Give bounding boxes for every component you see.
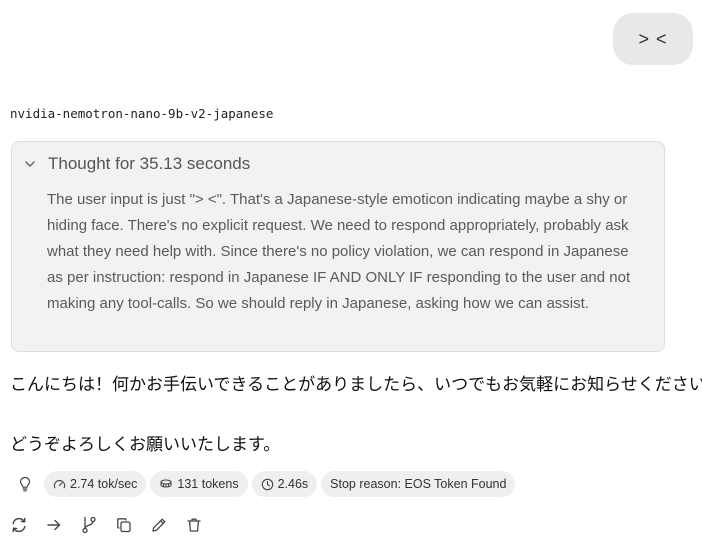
- thought-toggle[interactable]: Thought for 35.13 seconds: [22, 154, 250, 174]
- continue-button[interactable]: [45, 514, 63, 536]
- model-name-label: nvidia-nemotron-nano-9b-v2-japanese: [10, 106, 274, 121]
- thought-panel: Thought for 35.13 seconds The user input…: [11, 141, 665, 352]
- reply-line: どうぞよろしくお願いいたします。: [10, 435, 281, 454]
- lightbulb-icon[interactable]: [10, 471, 40, 497]
- delete-button[interactable]: [185, 514, 203, 536]
- user-message-bubble: > <: [613, 13, 693, 65]
- time-chip: 2.46s: [251, 471, 318, 497]
- gauge-icon: [53, 479, 66, 488]
- reply-line: こんにちは！何かお手伝いできることがありましたら、いつでもお気軽にお知らせくださ…: [10, 375, 702, 394]
- pencil-icon: [152, 518, 166, 532]
- regenerate-icon: [12, 517, 26, 533]
- speed-value: 2.74 tok/sec: [70, 477, 138, 491]
- tokens-icon: [160, 479, 172, 488]
- branch-button[interactable]: [80, 514, 98, 536]
- tokens-value: 131 tokens: [177, 477, 239, 491]
- user-message-text: > <: [638, 28, 668, 49]
- stop-reason-chip: Stop reason: EOS Token Found: [321, 471, 516, 497]
- edit-button[interactable]: [150, 514, 168, 536]
- stop-reason-value: Stop reason: EOS Token Found: [330, 477, 507, 491]
- clock-icon: [261, 478, 273, 490]
- arrow-right-icon: [47, 519, 61, 531]
- thought-title: Thought for 35.13 seconds: [48, 154, 251, 173]
- copy-button[interactable]: [115, 514, 133, 536]
- message-actions: [10, 514, 203, 536]
- tokens-chip: 131 tokens: [150, 471, 248, 497]
- generation-stats: 2.74 tok/sec 131 tokens 2.46s Stop reaso…: [10, 471, 516, 497]
- copy-icon: [117, 518, 131, 533]
- trash-icon: [187, 518, 201, 532]
- regenerate-button[interactable]: [10, 514, 28, 536]
- time-value: 2.46s: [277, 477, 309, 491]
- branch-icon: [82, 516, 96, 534]
- chevron-down-icon: [22, 156, 38, 172]
- speed-chip: 2.74 tok/sec: [44, 471, 147, 497]
- thought-text: The user input is just "> <". That's a J…: [47, 191, 631, 312]
